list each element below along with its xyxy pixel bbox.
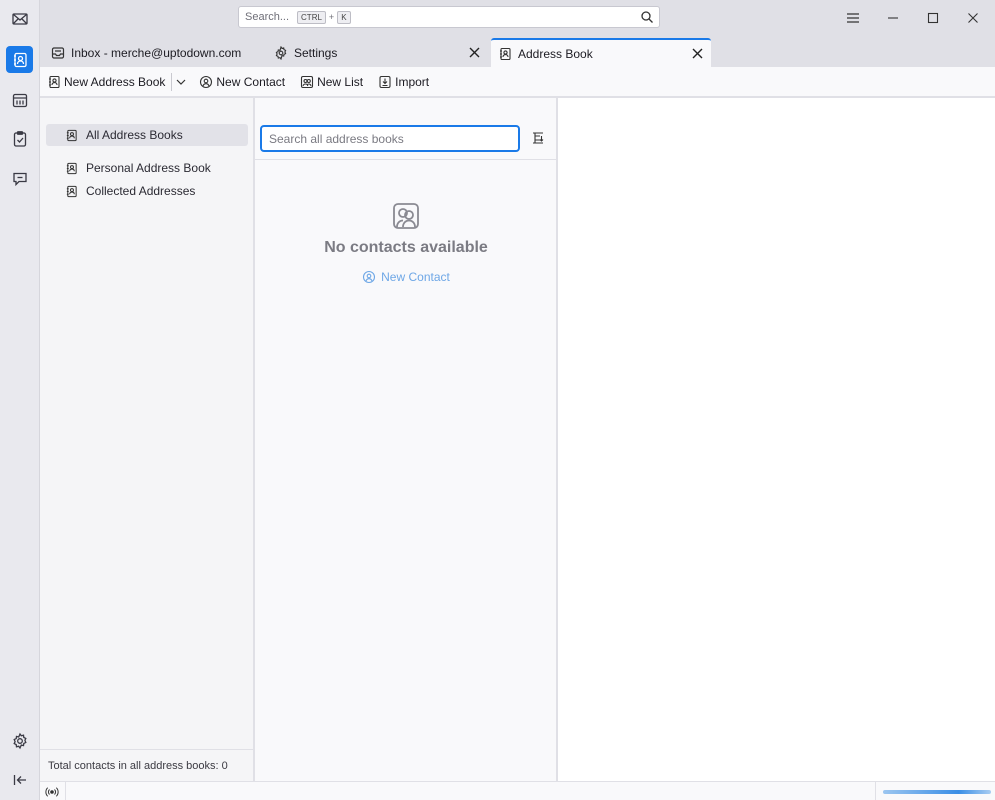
contacts-list-header: [255, 98, 557, 160]
tab-address-book[interactable]: Address Book: [491, 38, 711, 67]
spaces-toolbar: [0, 0, 40, 800]
close-icon: [469, 47, 479, 57]
shortcut-plus: +: [328, 12, 335, 22]
contacts-placeholder-icon: [393, 203, 419, 229]
new-list-icon: [301, 75, 314, 88]
calendar-icon: [12, 93, 27, 107]
tab-address-book-close-button[interactable]: [690, 46, 704, 60]
close-icon: [692, 48, 702, 58]
minimize-icon: [888, 17, 898, 19]
gear-icon: [275, 45, 287, 60]
new-contact-label: New Contact: [216, 74, 286, 89]
book-collected-addresses[interactable]: Collected Addresses: [46, 180, 248, 202]
tab-address-book-label: Address Book: [518, 46, 593, 61]
new-address-book-button[interactable]: New Address Book: [47, 75, 165, 89]
tab-bar: Inbox - merche@uptodown.com Settings Add…: [40, 38, 995, 67]
new-contact-button[interactable]: New Contact: [199, 75, 285, 89]
status-bar: [40, 781, 995, 800]
chat-icon: [12, 172, 27, 186]
settings-space-button[interactable]: [6, 727, 33, 754]
new-address-book-icon: [49, 75, 60, 88]
search-icon[interactable]: [640, 10, 654, 24]
tab-settings-label: Settings: [294, 45, 338, 60]
book-all-address-books[interactable]: All Address Books: [46, 124, 248, 146]
new-contact-icon: [200, 75, 213, 88]
book-label: Collected Addresses: [86, 184, 196, 198]
status-divider: [875, 782, 876, 800]
tab-inbox-label: Inbox - merche@uptodown.com: [71, 45, 242, 60]
minimize-button[interactable]: [883, 8, 903, 28]
maximize-button[interactable]: [923, 8, 943, 28]
total-contacts-count: Total contacts in all address books: 0: [40, 749, 253, 781]
new-address-book-label: New Address Book: [64, 74, 166, 89]
envelope-icon: [11, 12, 28, 25]
address-book-space-button[interactable]: [6, 46, 33, 73]
empty-state: No contacts available New Contact: [255, 202, 557, 287]
collapse-left-icon: [13, 774, 26, 785]
address-books-pane: All Address Books Personal Address Book …: [40, 98, 254, 781]
new-address-book-dropdown[interactable]: [175, 76, 187, 88]
new-list-label: New List: [317, 74, 364, 89]
global-search-field[interactable]: Search... CTRL + K: [238, 6, 660, 28]
app-menu-button[interactable]: [843, 8, 863, 28]
address-book-icon: [66, 129, 77, 141]
tasks-space-button[interactable]: [6, 125, 33, 152]
status-divider: [65, 782, 66, 800]
no-contacts-message: No contacts available: [324, 239, 488, 256]
tab-settings-close-button[interactable]: [467, 45, 481, 59]
book-personal-address-book[interactable]: Personal Address Book: [46, 157, 248, 179]
activity-progress-fill: [883, 790, 991, 794]
mail-space-button[interactable]: [6, 5, 33, 32]
import-label: Import: [395, 74, 430, 89]
book-label: Personal Address Book: [86, 161, 211, 175]
address-book-icon: [13, 52, 27, 67]
new-list-button[interactable]: New List: [300, 75, 363, 89]
gear-icon: [12, 732, 27, 749]
maximize-icon: [927, 12, 939, 24]
close-window-button[interactable]: [963, 8, 983, 28]
address-book-icon: [66, 185, 77, 197]
sort-options-icon[interactable]: [531, 131, 545, 145]
clipboard-check-icon: [13, 130, 26, 147]
chevron-down-icon: [176, 79, 186, 85]
title-bar: Search... CTRL + K: [40, 0, 995, 36]
tab-settings[interactable]: Settings: [274, 38, 484, 67]
hamburger-menu-icon: [847, 13, 859, 23]
global-search-placeholder: Search...: [245, 11, 290, 23]
shortcut-key-ctrl: CTRL: [297, 10, 326, 24]
address-book-icon: [500, 47, 511, 60]
import-button[interactable]: Import: [378, 75, 429, 89]
chat-space-button[interactable]: [6, 165, 33, 192]
import-icon: [379, 75, 391, 88]
empty-new-contact-label: New Contact: [381, 270, 450, 284]
empty-new-contact-button[interactable]: New Contact: [362, 270, 450, 284]
collapse-spaces-button[interactable]: [6, 766, 33, 793]
shortcut-key-k: K: [337, 10, 351, 24]
contacts-list-pane: No contacts available New Contact: [255, 98, 557, 781]
calendar-space-button[interactable]: [6, 86, 33, 113]
address-book-toolbar: New Address Book New Contact New List Im…: [40, 67, 995, 97]
online-status-icon[interactable]: [45, 785, 59, 799]
toolbar-divider: [171, 72, 173, 91]
book-label: All Address Books: [86, 128, 183, 142]
new-contact-icon: [363, 270, 376, 284]
inbox-icon: [51, 46, 65, 59]
tab-inbox[interactable]: Inbox - merche@uptodown.com: [51, 38, 266, 67]
close-icon: [968, 13, 978, 23]
address-book-icon: [66, 162, 77, 174]
contact-detail-pane: [558, 98, 995, 781]
activity-progress-bar: [883, 790, 991, 794]
contacts-search-input[interactable]: [260, 125, 520, 152]
